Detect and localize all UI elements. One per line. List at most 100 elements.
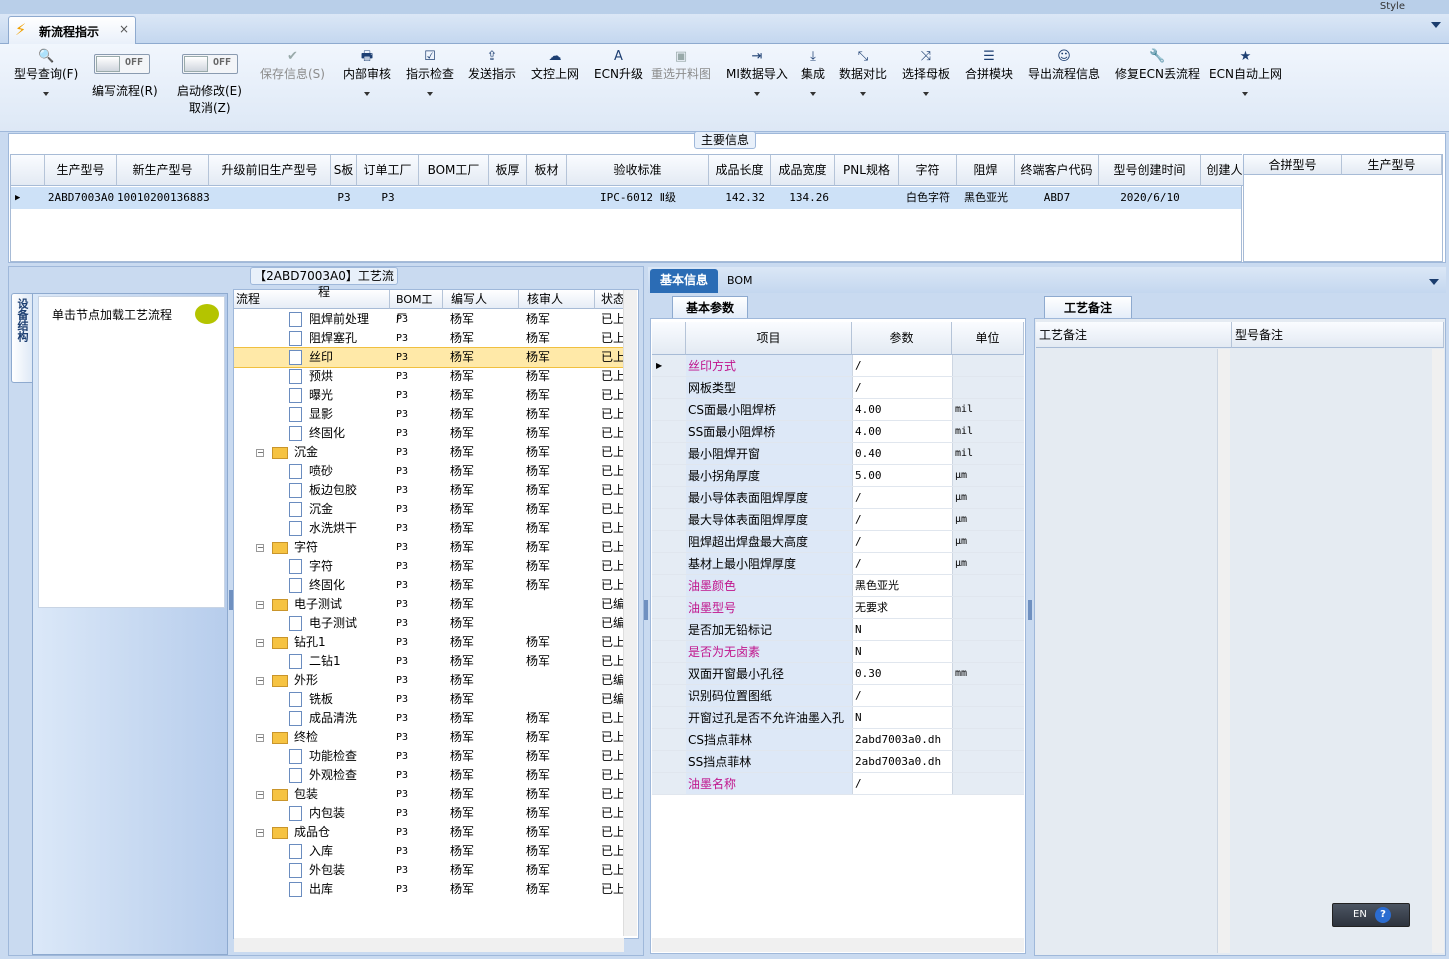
splitter-handle[interactable] — [1028, 600, 1032, 620]
tree-row[interactable]: 显影 P3 杨军 杨军 已上 — [234, 405, 626, 424]
process-remarks-text[interactable] — [1036, 349, 1218, 953]
param-row[interactable]: 是否为无卤素 N — [652, 641, 1024, 663]
column-writer[interactable]: 编写人 — [443, 290, 519, 309]
reselect-image-button[interactable]: ▣ 重选开料图 — [651, 48, 711, 82]
equipment-tree-area[interactable] — [38, 296, 225, 608]
close-icon[interactable]: × — [119, 22, 129, 36]
data-compare-button[interactable]: ⤡ 数据对比 — [839, 48, 887, 96]
tree-row[interactable]: 阻焊塞孔 P3 杨军 杨军 已上 — [234, 329, 626, 348]
param-row[interactable]: 阻焊超出焊盘最大高度 / μm — [652, 531, 1024, 553]
main-info-column[interactable]: 字符 — [899, 155, 957, 186]
param-row[interactable]: CS面最小阻焊桥 4.00 mil — [652, 399, 1024, 421]
tree-row[interactable]: − 电子测试 P3 杨军 已编 — [234, 595, 626, 614]
main-info-column[interactable]: 成品长度 — [709, 155, 771, 186]
tree-row[interactable]: 出库 P3 杨军 杨军 已上 — [234, 880, 626, 899]
tree-row[interactable]: 沉金 P3 杨军 杨军 已上 — [234, 500, 626, 519]
param-row[interactable]: 双面开窗最小孔径 0.30 mm — [652, 663, 1024, 685]
ecn-upgrade-button[interactable]: A ECN升级 — [594, 48, 643, 82]
tree-row[interactable]: 铣板 P3 杨军 已编 — [234, 690, 626, 709]
ecn-auto-button[interactable]: ★ ECN自动上网 — [1209, 48, 1282, 96]
param-value[interactable]: 0.30 — [852, 663, 952, 684]
splitter-handle[interactable] — [644, 600, 648, 620]
param-value[interactable]: / — [852, 355, 952, 376]
tree-row[interactable]: 字符 P3 杨军 杨军 已上 — [234, 557, 626, 576]
tree-row[interactable]: 外观检查 P3 杨军 杨军 已上 — [234, 766, 626, 785]
param-value[interactable]: 2abd7003a0.dh — [852, 751, 952, 772]
tree-row[interactable]: 丝印 P3 杨军 杨军 已上 — [234, 347, 627, 368]
main-info-column[interactable]: 成品宽度 — [771, 155, 835, 186]
edit-flow-toggle[interactable]: OFF — [94, 54, 150, 74]
ime-toolbar[interactable]: EN ? — [1332, 903, 1410, 927]
tree-row[interactable]: 板边包胶 P3 杨军 杨军 已上 — [234, 481, 626, 500]
process-remarks-scrollbar[interactable] — [1218, 349, 1230, 953]
param-value[interactable]: / — [852, 509, 952, 530]
mi-import-button[interactable]: ⇥ MI数据导入 — [726, 48, 788, 96]
tree-row[interactable]: 阻焊前处理 P3 杨军 杨军 已上 — [234, 310, 626, 329]
main-info-column[interactable]: 终端客户代码 — [1015, 155, 1099, 186]
collapse-icon[interactable]: − — [256, 544, 264, 552]
collapse-icon[interactable]: − — [256, 449, 264, 457]
tab-basic-params[interactable]: 基本参数 — [672, 296, 748, 318]
detail-tab-dropdown-icon[interactable] — [1429, 279, 1439, 285]
main-info-column[interactable]: 型号创建时间 — [1099, 155, 1201, 186]
param-row[interactable]: 油墨型号 无要求 — [652, 597, 1024, 619]
tree-row[interactable]: 曝光 P3 杨军 杨军 已上 — [234, 386, 626, 405]
column-reviewer[interactable]: 核审人 — [519, 290, 595, 309]
param-row[interactable]: 油墨颜色 黑色亚光 — [652, 575, 1024, 597]
main-info-column[interactable]: 板厚 — [489, 155, 527, 186]
params-horizontal-scrollbar[interactable] — [652, 938, 1024, 952]
instruction-check-button[interactable]: ☑ 指示检查 — [406, 48, 454, 96]
tree-vertical-scrollbar[interactable] — [623, 290, 637, 936]
main-info-column[interactable]: 升级前旧生产型号 — [209, 155, 331, 186]
ime-language[interactable]: EN — [1353, 904, 1367, 926]
param-row[interactable]: 开窗过孔是否不允许油墨入孔 N — [652, 707, 1024, 729]
param-row[interactable]: SS面最小阻焊桥 4.00 mil — [652, 421, 1024, 443]
column-flow[interactable]: 流程 — [234, 290, 390, 309]
param-value[interactable]: N — [852, 641, 952, 662]
param-value[interactable]: 2abd7003a0.dh — [852, 729, 952, 750]
tab-process-remarks[interactable]: 工艺备注 — [1044, 296, 1132, 318]
send-instruction-button[interactable]: ⇪ 发送指示 — [468, 48, 516, 82]
select-master-button[interactable]: ⤨ 选择母板 — [902, 48, 950, 96]
collapse-icon[interactable]: − — [256, 677, 264, 685]
internal-review-button[interactable]: 🖶 内部审核 — [343, 48, 391, 96]
tree-row[interactable]: − 沉金 P3 杨军 杨军 已上 — [234, 443, 626, 462]
tree-row[interactable]: − 包装 P3 杨军 杨军 已上 — [234, 785, 626, 804]
main-info-column[interactable]: S板 — [331, 155, 357, 186]
main-info-column[interactable]: PNL规格 — [835, 155, 899, 186]
param-value[interactable]: 无要求 — [852, 597, 952, 618]
param-row[interactable]: 基材上最小阻焊厚度 / μm — [652, 553, 1024, 575]
param-row[interactable]: CS挡点菲林 2abd7003a0.dh — [652, 729, 1024, 751]
main-info-column[interactable]: BOM工厂 — [419, 155, 489, 186]
tab-bom[interactable]: BOM — [727, 274, 753, 287]
param-row[interactable]: 最小拐角厚度 5.00 μm — [652, 465, 1024, 487]
help-icon[interactable]: ? — [1375, 907, 1391, 923]
integrate-button[interactable]: ⤓ 集成 — [801, 48, 825, 96]
param-row[interactable]: 最小导体表面阻焊厚度 / μm — [652, 487, 1024, 509]
merge-module-button[interactable]: ☰ 合拼模块 — [965, 48, 1013, 82]
main-info-column[interactable]: 订单工厂 — [357, 155, 419, 186]
tree-row[interactable]: 成品清洗 P3 杨军 杨军 已上 — [234, 709, 626, 728]
start-modify-toggle[interactable]: OFF — [182, 54, 238, 74]
param-row[interactable]: 最小阻焊开窗 0.40 mil — [652, 443, 1024, 465]
param-row[interactable]: SS挡点菲林 2abd7003a0.dh — [652, 751, 1024, 773]
param-value[interactable]: 0.40 — [852, 443, 952, 464]
main-info-column[interactable]: 板材 — [527, 155, 567, 186]
collapse-icon[interactable]: − — [256, 829, 264, 837]
param-value[interactable]: / — [852, 487, 952, 508]
save-info-button[interactable]: ✔ 保存信息(S) — [260, 48, 325, 82]
tree-row[interactable]: − 钻孔1 P3 杨军 杨军 已上 — [234, 633, 626, 652]
model-remarks-scrollbar[interactable] — [1432, 349, 1444, 953]
tree-row[interactable]: − 字符 P3 杨军 杨军 已上 — [234, 538, 626, 557]
tree-horizontal-scrollbar[interactable] — [234, 938, 624, 952]
param-row[interactable]: 是否加无铅标记 N — [652, 619, 1024, 641]
param-value[interactable]: / — [852, 531, 952, 552]
tab-new-flow[interactable]: ⚡ 新流程指示 × — [8, 16, 136, 44]
tree-row[interactable]: − 终检 P3 杨军 杨军 已上 — [234, 728, 626, 747]
collapse-icon[interactable]: − — [256, 601, 264, 609]
param-value[interactable]: / — [852, 685, 952, 706]
collapse-icon[interactable]: − — [256, 734, 264, 742]
main-info-column[interactable]: 生产型号 — [45, 155, 117, 186]
doc-upload-button[interactable]: ☁ 文控上网 — [531, 48, 579, 82]
tree-row[interactable]: 外包装 P3 杨军 杨军 已上 — [234, 861, 626, 880]
